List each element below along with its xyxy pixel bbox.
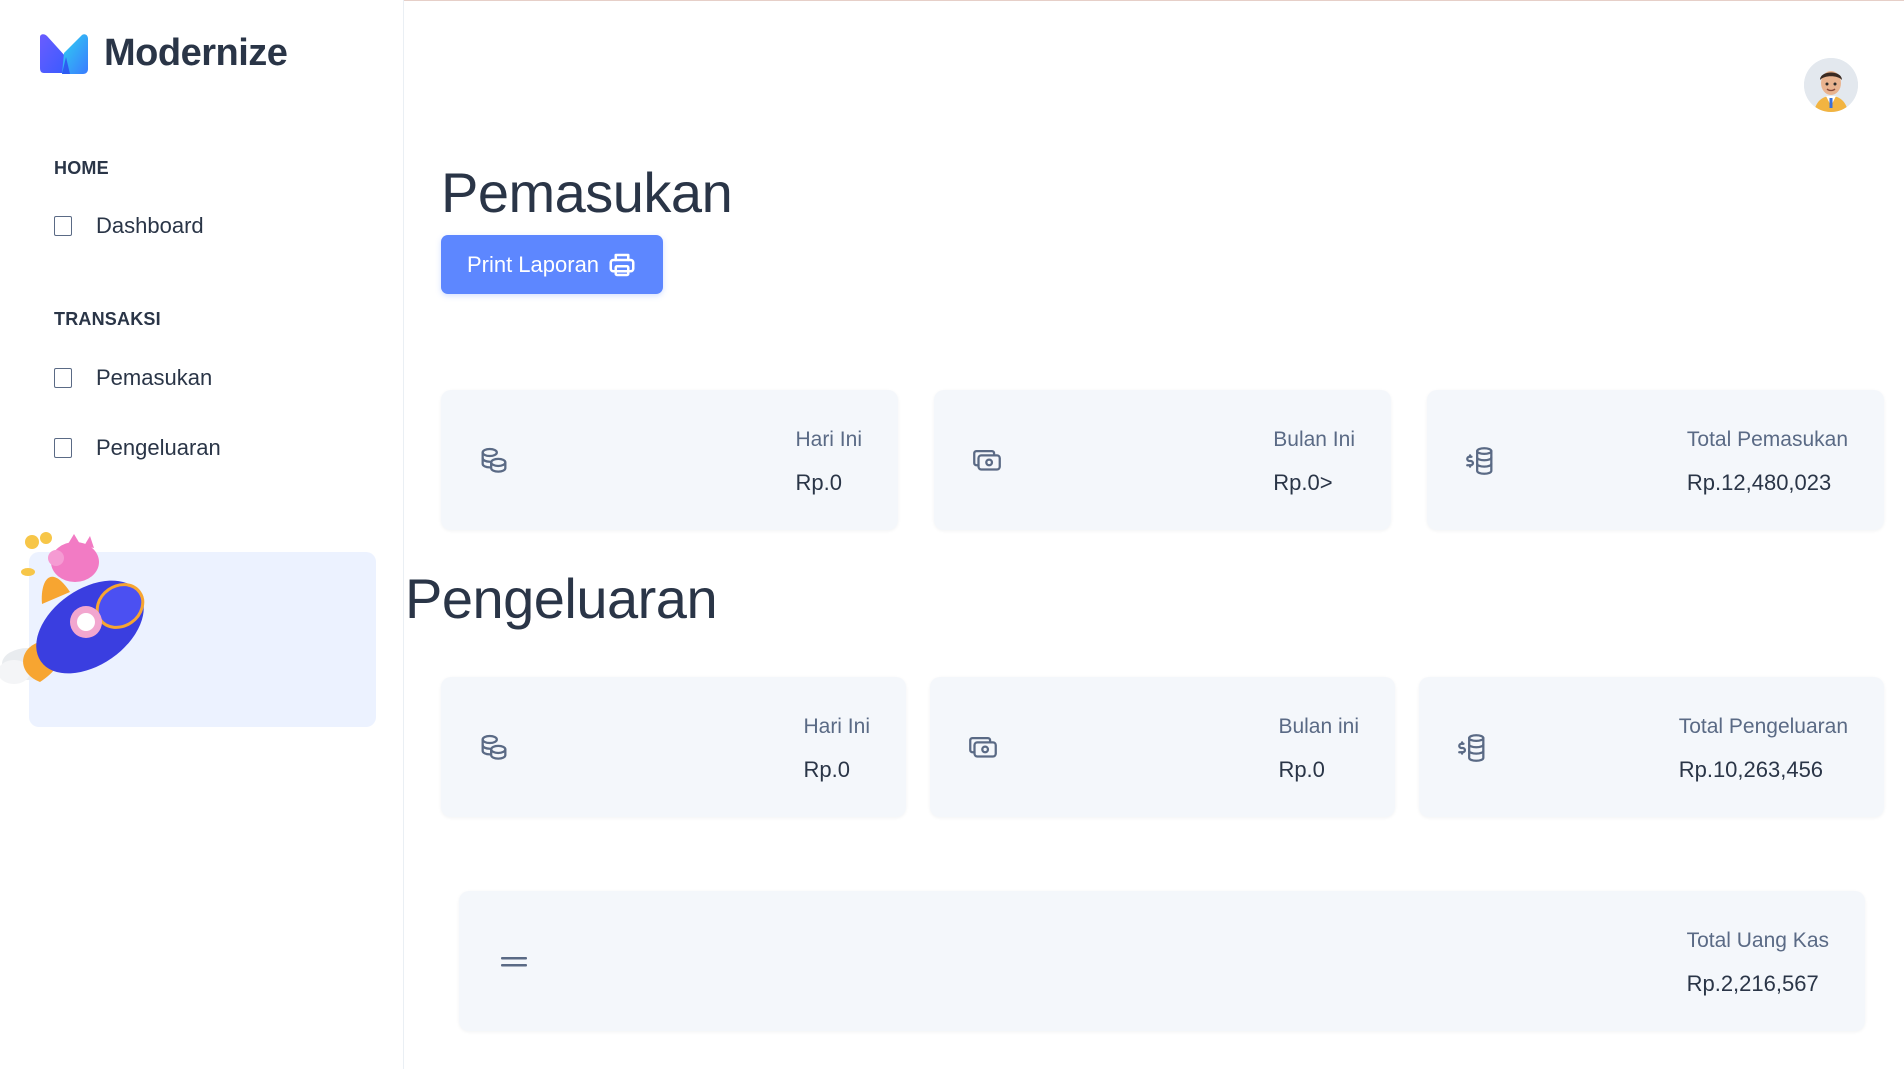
page-title-pemasukan: Pemasukan: [441, 161, 733, 224]
sidebar-item-pemasukan[interactable]: Pemasukan: [54, 365, 212, 391]
card-label: Total Uang Kas: [1686, 929, 1829, 952]
cash-icon: [969, 736, 997, 758]
card-total-pemasukan: Total Pemasukan Rp.12,480,023: [1427, 390, 1884, 530]
card-value: Rp.2,216,567: [1686, 971, 1819, 996]
rocket-piggy-illustration: [0, 532, 145, 684]
sidebar-item-label: Pengeluaran: [96, 435, 221, 460]
card-total-uang-kas: Total Uang Kas Rp.2,216,567: [459, 891, 1865, 1031]
print-button-label: Print Laporan: [466, 251, 600, 277]
equals-icon: [501, 957, 527, 967]
card-label: Total Pemasukan: [1686, 428, 1848, 451]
nav-caption-home: HOME: [54, 158, 109, 178]
dollar-stack-icon: [1466, 447, 1493, 475]
pengeluaran-icon: [54, 438, 72, 458]
card-label: Bulan ini: [1278, 715, 1359, 738]
printer-icon: [609, 253, 635, 276]
card-value: Rp.0: [1278, 757, 1325, 782]
card-total-pengeluaran: Total Pengeluaran Rp.10,263,456: [1419, 677, 1884, 817]
sidebar-item-pengeluaran[interactable]: Pengeluaran: [54, 435, 221, 461]
card-value: Rp.0: [803, 757, 850, 782]
card-value: Rp.10,263,456: [1678, 757, 1824, 782]
dollar-stack-icon: [1458, 734, 1485, 762]
dashboard-icon: [54, 216, 72, 236]
card-label: Hari Ini: [803, 715, 870, 738]
card-label: Bulan Ini: [1273, 428, 1355, 451]
card-label: Total Pengeluaran: [1678, 715, 1848, 738]
card-pengeluaran-hari-ini: Hari Ini Rp.0: [441, 677, 906, 817]
app-name: Modernize: [104, 32, 288, 74]
sidebar-item-label: Pemasukan: [96, 365, 213, 390]
card-pemasukan-bulan-ini: Bulan Ini Rp.0>: [934, 390, 1391, 530]
logo-icon: [40, 33, 88, 74]
nav-caption-transaksi: TRANSAKSI: [54, 309, 161, 329]
logo[interactable]: Modernize: [36, 32, 288, 75]
user-avatar[interactable]: [1804, 58, 1858, 112]
coins-icon: [481, 447, 507, 473]
pemasukan-icon: [54, 368, 72, 388]
page-title-pengeluaran: Pengeluaran: [405, 567, 718, 630]
card-pengeluaran-bulan-ini: Bulan ini Rp.0: [930, 677, 1395, 817]
card-value: Rp.0>: [1273, 470, 1333, 495]
avatar-icon: [1804, 58, 1858, 112]
print-report-button[interactable]: Print Laporan: [441, 235, 663, 294]
sidebar-item-label: Dashboard: [96, 213, 204, 238]
sidebar-item-dashboard[interactable]: Dashboard: [54, 213, 204, 239]
card-value: Rp.12,480,023: [1686, 470, 1832, 495]
card-value: Rp.0: [795, 470, 842, 495]
sidebar: Modernize HOME Dashboard TRANSAKSI Pemas…: [0, 0, 404, 1069]
coins-icon: [481, 734, 507, 760]
card-label: Hari Ini: [795, 428, 862, 451]
cash-icon: [973, 449, 1001, 471]
card-pemasukan-hari-ini: Hari Ini Rp.0: [441, 390, 898, 530]
